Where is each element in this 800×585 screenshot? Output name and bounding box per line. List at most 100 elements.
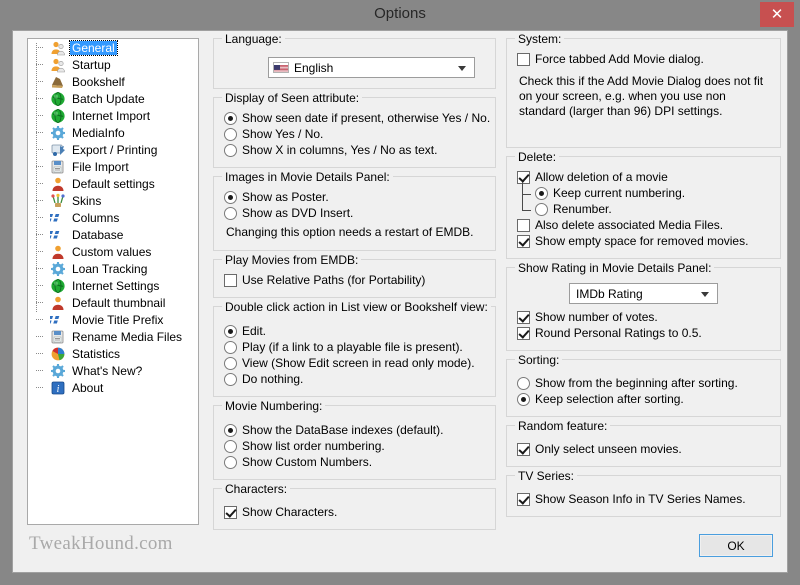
radio-label: Show the DataBase indexes (default).	[242, 423, 444, 437]
radio-show-as-dvd-insert[interactable]	[224, 207, 237, 220]
round-ratings-row[interactable]: Round Personal Ratings to 0.5.	[517, 326, 770, 341]
sidebar-item-columns[interactable]: Columns	[28, 209, 198, 226]
radio-row-play-if-a-link-to-a-playable-file-[interactable]: Play (if a link to a playable file is pr…	[224, 340, 485, 355]
radio-show-custom-numbers[interactable]	[224, 456, 237, 469]
radio-label: Keep selection after sorting.	[535, 392, 684, 406]
radio-row-show-as-dvd-insert[interactable]: Show as DVD Insert.	[224, 206, 485, 221]
radio-row-view-show-edit-screen-in-read-only[interactable]: View (Show Edit screen in read only mode…	[224, 356, 485, 371]
sidebar-item-general[interactable]: General	[28, 39, 198, 56]
sidebar-item-database[interactable]: Database	[28, 226, 198, 243]
radio-show-yes-no[interactable]	[224, 128, 237, 141]
radio-show-list-order-numbering[interactable]	[224, 440, 237, 453]
sidebar-item-export-printing[interactable]: Export / Printing	[28, 141, 198, 158]
close-icon[interactable]: ✕	[760, 2, 794, 27]
sidebar-item-rename-media-files[interactable]: Rename Media Files	[28, 328, 198, 345]
person-icon	[50, 244, 66, 260]
sidebar-item-internet-import[interactable]: Internet Import	[28, 107, 198, 124]
radio-row-show-yes-no[interactable]: Show Yes / No.	[224, 127, 485, 142]
sidebar-item-what-s-new[interactable]: What's New?	[28, 362, 198, 379]
rating-combobox[interactable]: IMDb Rating	[569, 283, 718, 304]
show-characters-row[interactable]: Show Characters.	[224, 505, 485, 520]
radio-view-show-edit-screen-in-read-only[interactable]	[224, 357, 237, 370]
sidebar-item-statistics[interactable]: Statistics	[28, 345, 198, 362]
radio-show-x-in-columns-yes-no-as-text[interactable]	[224, 144, 237, 157]
chevron-down-icon[interactable]	[458, 65, 466, 71]
radio-row-show-as-poster[interactable]: Show as Poster.	[224, 190, 485, 205]
radio-row-show-x-in-columns-yes-no-as-text[interactable]: Show X in columns, Yes / No as text.	[224, 143, 485, 158]
sorting-options: Show from the beginning after sorting. Ke…	[517, 376, 770, 407]
sidebar-item-custom-values[interactable]: Custom values	[28, 243, 198, 260]
sidebar-item-movie-title-prefix[interactable]: Movie Title Prefix	[28, 311, 198, 328]
radio-edit[interactable]	[224, 325, 237, 338]
gear-icon	[50, 261, 66, 277]
use-relative-paths-row[interactable]: Use Relative Paths (for Portability)	[224, 273, 485, 288]
ok-button[interactable]: OK	[699, 534, 773, 557]
radio-show-the-database-indexes-default[interactable]	[224, 424, 237, 437]
show-empty-space-checkbox[interactable]	[517, 235, 530, 248]
sidebar-item-internet-settings[interactable]: Internet Settings	[28, 277, 198, 294]
also-delete-checkbox[interactable]	[517, 219, 530, 232]
allow-deletion-row[interactable]: Allow deletion of a movie	[517, 170, 770, 185]
settings-category-tree[interactable]: General Startup Bookshelf Batch Update Inter…	[27, 38, 199, 525]
sidebar-item-default-settings[interactable]: Default settings	[28, 175, 198, 192]
radio-row-show-seen-date-if-present-otherwis[interactable]: Show seen date if present, otherwise Yes…	[224, 111, 490, 126]
keep-numbering-row[interactable]: Keep current numbering.	[517, 182, 770, 201]
language-combobox[interactable]: English	[268, 57, 475, 78]
sidebar-item-about[interactable]: i About	[28, 379, 198, 396]
group-title-sorting: Sorting:	[515, 353, 563, 367]
radio-label: Show Yes / No.	[242, 127, 324, 141]
show-votes-checkbox[interactable]	[517, 311, 530, 324]
season-info-row[interactable]: Show Season Info in TV Series Names.	[517, 492, 770, 507]
renumber-row[interactable]: Renumber.	[517, 189, 770, 217]
season-info-checkbox[interactable]	[517, 493, 530, 506]
radio-row-edit[interactable]: Edit.	[224, 324, 485, 339]
show-votes-row[interactable]: Show number of votes.	[517, 310, 770, 325]
radio-label: Show list order numbering.	[242, 439, 385, 453]
radio-row-show-from-the-beginning-after-sort[interactable]: Show from the beginning after sorting.	[517, 376, 770, 391]
radio-show-seen-date-if-present-otherwis[interactable]	[224, 112, 237, 125]
renumber-radio[interactable]	[535, 203, 548, 216]
radio-row-show-custom-numbers[interactable]: Show Custom Numbers.	[224, 455, 485, 470]
group-title-characters: Characters:	[222, 482, 291, 496]
only-unseen-row[interactable]: Only select unseen movies.	[517, 442, 770, 457]
person-icon	[50, 176, 66, 192]
group-title-random-feature: Random feature:	[515, 419, 611, 433]
sidebar-item-loan-tracking[interactable]: Loan Tracking	[28, 260, 198, 277]
sidebar-item-startup[interactable]: Startup	[28, 56, 198, 73]
sidebar-item-default-thumbnail[interactable]: Default thumbnail	[28, 294, 198, 311]
group-title-seen-attribute: Display of Seen attribute:	[222, 91, 363, 105]
use-relative-paths-checkbox[interactable]	[224, 274, 237, 287]
sidebar-item-file-import[interactable]: File Import	[28, 158, 198, 175]
radio-row-show-list-order-numbering[interactable]: Show list order numbering.	[224, 439, 485, 454]
sidebar-item-label: Bookshelf	[72, 74, 125, 89]
tree-branch-horizontal	[36, 47, 44, 48]
tree-branch-horizontal	[36, 200, 44, 201]
allow-deletion-checkbox[interactable]	[517, 171, 530, 184]
show-empty-space-row[interactable]: Show empty space for removed movies.	[517, 234, 770, 249]
sidebar-item-batch-update[interactable]: Batch Update	[28, 90, 198, 107]
radio-show-as-poster[interactable]	[224, 191, 237, 204]
radio-label: Show seen date if present, otherwise Yes…	[242, 111, 491, 125]
radio-do-nothing[interactable]	[224, 373, 237, 386]
force-tabbed-checkbox[interactable]	[517, 53, 530, 66]
keep-numbering-radio[interactable]	[535, 187, 548, 200]
sidebar-item-label: General	[69, 39, 118, 56]
only-unseen-checkbox[interactable]	[517, 443, 530, 456]
tree-branch-horizontal	[36, 302, 44, 303]
radio-keep-selection-after-sorting[interactable]	[517, 393, 530, 406]
allow-deletion-label: Allow deletion of a movie	[535, 170, 668, 184]
round-ratings-checkbox[interactable]	[517, 327, 530, 340]
sidebar-item-bookshelf[interactable]: Bookshelf	[28, 73, 198, 90]
sidebar-item-label: Custom values	[72, 244, 152, 259]
radio-row-show-the-database-indexes-default[interactable]: Show the DataBase indexes (default).	[224, 423, 485, 438]
show-characters-checkbox[interactable]	[224, 506, 237, 519]
sidebar-item-skins[interactable]: Skins	[28, 192, 198, 209]
chevron-down-icon[interactable]	[701, 291, 709, 297]
radio-row-do-nothing[interactable]: Do nothing.	[224, 372, 485, 387]
also-delete-row[interactable]: Also delete associated Media Files.	[517, 218, 770, 233]
sidebar-item-mediainfo[interactable]: MediaInfo	[28, 124, 198, 141]
radio-play-if-a-link-to-a-playable-file-[interactable]	[224, 341, 237, 354]
radio-show-from-the-beginning-after-sort[interactable]	[517, 377, 530, 390]
radio-row-keep-selection-after-sorting[interactable]: Keep selection after sorting.	[517, 392, 770, 407]
force-tabbed-row[interactable]: Force tabbed Add Movie dialog.	[517, 52, 770, 67]
